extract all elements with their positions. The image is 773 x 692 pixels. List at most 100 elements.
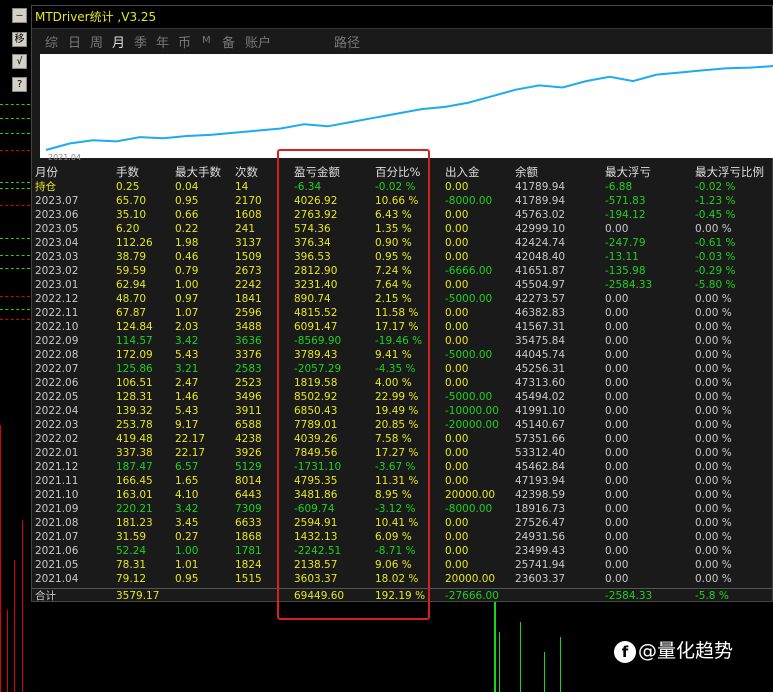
- table-cell: 45763.02: [515, 209, 566, 221]
- table-cell: 0.00 %: [695, 489, 732, 501]
- table-cell: 0.00 %: [695, 573, 732, 585]
- table-cell: 0.00 %: [695, 405, 732, 417]
- table-cell: 42424.74: [515, 237, 566, 249]
- table-cell: 0.04: [175, 181, 199, 193]
- tab-m[interactable]: M: [202, 35, 211, 46]
- table-cell: 20000.00: [445, 489, 496, 501]
- table-cell: 0.00: [445, 321, 469, 333]
- table-cell: 3.42: [175, 335, 199, 347]
- table-cell: 112.26: [116, 237, 153, 249]
- column-header: 次数: [235, 165, 258, 179]
- table-cell: 42398.59: [515, 489, 566, 501]
- table-cell: 0.00: [605, 545, 629, 557]
- tab-path[interactable]: 路径: [334, 32, 360, 51]
- watermark: f @量化趋势: [614, 636, 733, 663]
- table-cell: 0.00 %: [695, 475, 732, 487]
- table-cell: -27666.00: [445, 590, 499, 602]
- help-button[interactable]: ?: [12, 77, 27, 92]
- table-cell: 8014: [235, 475, 262, 487]
- tab-bar: 综 日 周 月 季 年 币 M 备 账户 路径: [32, 29, 772, 51]
- table-cell: 2021.10: [35, 489, 79, 501]
- table-cell: 0.25: [116, 181, 140, 193]
- indicator-line: [0, 133, 30, 135]
- table-cell: 9.17: [175, 419, 199, 431]
- table-cell: 0.00: [445, 545, 469, 557]
- indicator-line: [0, 296, 30, 298]
- table-cell: 0.00 %: [695, 503, 732, 515]
- tab-backup[interactable]: 备: [222, 32, 235, 51]
- table-cell: 42273.57: [515, 293, 566, 305]
- tab-day[interactable]: 日: [68, 32, 81, 51]
- table-cell: -5.8 %: [695, 590, 729, 602]
- table-cell: 2022.06: [35, 377, 79, 389]
- table-cell: 5.43: [175, 349, 199, 361]
- table-cell: 1509: [235, 251, 262, 263]
- tab-quarter[interactable]: 季: [134, 32, 147, 51]
- candle-bar: [499, 632, 500, 692]
- table-cell: -13.11: [605, 251, 639, 263]
- equity-line: [45, 65, 773, 151]
- indicator-line: [0, 188, 30, 190]
- table-cell: 337.38: [116, 447, 153, 459]
- table-cell: 0.00: [605, 517, 629, 529]
- table-cell: 41789.94: [515, 181, 566, 193]
- table-cell: 41567.31: [515, 321, 566, 333]
- equity-curve-chart: [40, 54, 773, 158]
- tab-account[interactable]: 账户: [245, 32, 271, 51]
- candle-bar: [494, 602, 496, 692]
- table-cell: 65.70: [116, 195, 147, 207]
- table-cell: 20000.00: [445, 573, 496, 585]
- table-cell: 0.00 %: [695, 307, 732, 319]
- table-cell: -5000.00: [445, 391, 493, 403]
- table-cell: 0.00: [605, 573, 629, 585]
- tab-month[interactable]: 月: [112, 32, 125, 51]
- table-cell: 6.57: [175, 461, 199, 473]
- table-cell: 2673: [235, 265, 262, 277]
- move-button[interactable]: 移: [12, 32, 27, 47]
- table-cell: 2022.08: [35, 349, 79, 361]
- table-cell: -20000.00: [445, 419, 499, 431]
- table-cell: 41651.87: [515, 265, 566, 277]
- table-cell: 46382.83: [515, 307, 566, 319]
- table-cell: 2.47: [175, 377, 199, 389]
- table-cell: 124.84: [116, 321, 153, 333]
- table-cell: 3911: [235, 405, 262, 417]
- table-cell: 0.00 %: [695, 461, 732, 473]
- table-cell: 2023.01: [35, 279, 79, 291]
- table-cell: 24931.56: [515, 531, 566, 543]
- table-cell: 48.70: [116, 293, 147, 305]
- table-cell: 0.00: [445, 223, 469, 235]
- table-cell: 45494.02: [515, 391, 566, 403]
- table-cell: -6.88: [605, 181, 633, 193]
- minimize-button[interactable]: —: [12, 8, 27, 23]
- table-cell: 62.94: [116, 279, 147, 291]
- table-cell: 0.00: [605, 377, 629, 389]
- indicator-line: [0, 268, 30, 270]
- tab-currency[interactable]: 币: [178, 32, 191, 51]
- table-cell: -8000.00: [445, 195, 493, 207]
- table-cell: 3488: [235, 321, 262, 333]
- table-cell: 0.00 %: [695, 419, 732, 431]
- column-header: 最大手数: [175, 165, 221, 179]
- table-cell: 0.00: [445, 517, 469, 529]
- tab-summary[interactable]: 综: [45, 32, 58, 51]
- table-cell: 0.00: [605, 531, 629, 543]
- check-button[interactable]: √: [12, 54, 27, 69]
- tab-year[interactable]: 年: [156, 32, 169, 51]
- table-cell: 1515: [235, 573, 262, 585]
- table-cell: -247.79: [605, 237, 646, 249]
- table-cell: 2021.06: [35, 545, 79, 557]
- table-cell: 5129: [235, 461, 262, 473]
- table-cell: 2596: [235, 307, 262, 319]
- indicator-line: [0, 319, 30, 321]
- table-cell: 2022.10: [35, 321, 79, 333]
- table-cell: 3137: [235, 237, 262, 249]
- table-cell: 0.00: [445, 363, 469, 375]
- table-cell: 163.01: [116, 489, 153, 501]
- tab-week[interactable]: 周: [90, 32, 103, 51]
- table-cell: 128.31: [116, 391, 153, 403]
- table-cell: 0.00 %: [695, 293, 732, 305]
- table-cell: 253.78: [116, 419, 153, 431]
- table-cell: -0.03 %: [695, 251, 736, 263]
- table-cell: 1.46: [175, 391, 199, 403]
